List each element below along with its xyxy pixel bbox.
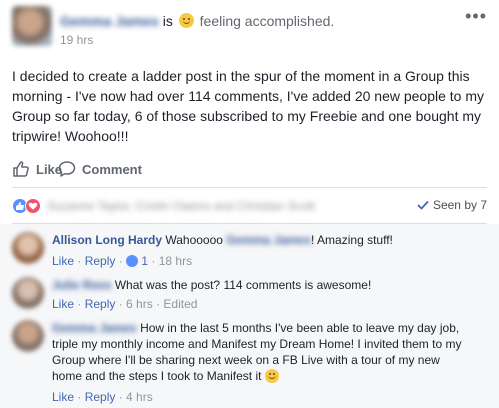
comment-body: home and the steps I took to Manifest it: [52, 369, 262, 383]
checkmark-icon: [417, 200, 429, 210]
comment-time[interactable]: 4 hrs: [126, 390, 153, 404]
is-text: is: [162, 13, 173, 29]
post-author-name[interactable]: Gemma James: [60, 12, 159, 30]
post-timestamp[interactable]: 19 hrs: [60, 33, 93, 47]
post-text: I decided to create a ladder post in the…: [12, 68, 485, 144]
smile-emoji-icon: [264, 369, 279, 383]
avatar[interactable]: [12, 277, 44, 309]
comment-author[interactable]: Allison Long Hardy: [52, 233, 162, 247]
comment-text: Allison Long Hardy Wahooooo Gemma James!…: [52, 232, 393, 248]
edited-label[interactable]: Edited: [163, 297, 197, 311]
comment-text: Julie Rees What was the post? 114 commen…: [52, 277, 371, 293]
comment-reply-link[interactable]: Reply: [85, 254, 116, 268]
comment-reply-link[interactable]: Reply: [85, 297, 116, 311]
comment-body: How in the last 5 months I've been able …: [140, 321, 460, 335]
comment-body: triple my monthly income and Manifest my…: [52, 337, 462, 351]
comment-like-link[interactable]: Like: [52, 390, 74, 404]
feeling-text[interactable]: feeling accomplished.: [200, 13, 335, 29]
comment-body: Group where I'll be sharing next week on…: [52, 353, 440, 367]
comment-author[interactable]: Gemma James: [52, 321, 137, 335]
comment-reply-link[interactable]: Reply: [85, 390, 116, 404]
love-reaction-icon: [25, 198, 41, 214]
reaction-names[interactable]: Suzanne Taylor, Cristin Owens and Christ…: [47, 199, 315, 213]
avatar[interactable]: [12, 320, 44, 352]
like-reaction-icon: [126, 255, 139, 267]
comment-like-link[interactable]: Like: [52, 297, 74, 311]
comment-time[interactable]: 18 hrs: [159, 254, 192, 268]
post-actions: Like Comment: [12, 160, 142, 178]
comment-meta: Like · Reply · 6 hrs · Edited: [52, 297, 198, 311]
mention-link[interactable]: Gemma James: [226, 233, 311, 247]
comment-label: Comment: [82, 161, 142, 177]
feeling-emoji-icon: [178, 13, 194, 28]
divider: [12, 187, 487, 188]
post-author-avatar[interactable]: [12, 6, 52, 46]
comment-button[interactable]: Comment: [58, 160, 142, 178]
comment-meta: Like · Reply · 1 · 18 hrs: [52, 254, 193, 268]
comment-like-link[interactable]: Like: [52, 254, 74, 268]
comment-body: ! Amazing stuff!: [311, 233, 393, 247]
seen-by-label: Seen by 7: [432, 198, 487, 212]
comment-meta: Like · Reply · 4 hrs: [52, 390, 153, 404]
like-button[interactable]: Like: [12, 160, 62, 178]
comment-body: What was the post? 114 comments is aweso…: [114, 278, 372, 292]
comment-author[interactable]: Julie Rees: [52, 278, 111, 292]
like-count[interactable]: 1: [141, 254, 148, 268]
avatar[interactable]: [12, 232, 44, 264]
comment-bubble-icon: [58, 161, 76, 177]
comment-time[interactable]: 6 hrs: [126, 297, 153, 311]
comment-text: Gemma James How in the last 5 months I'v…: [52, 320, 497, 384]
more-options-button[interactable]: •••: [465, 6, 487, 27]
comments-section: Allison Long Hardy Wahooooo Gemma James!…: [0, 224, 499, 408]
post-header: Gemma James is feeling accomplished.: [60, 12, 334, 30]
reaction-summary[interactable]: Suzanne Taylor, Cristin Owens and Christ…: [12, 198, 315, 214]
seen-by[interactable]: Seen by 7: [417, 198, 487, 212]
thumbs-up-icon: [13, 161, 29, 177]
comment-body: Wahooooo: [165, 233, 223, 247]
